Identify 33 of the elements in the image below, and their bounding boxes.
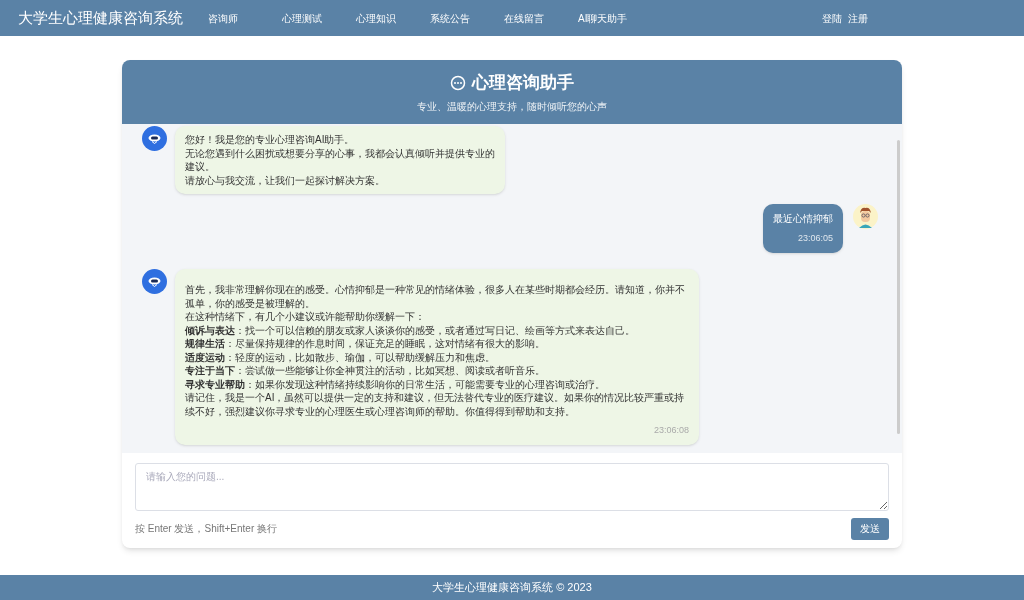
nav-link[interactable]: 系统公告 bbox=[430, 10, 504, 26]
input-hint: 按 Enter 发送，Shift+Enter 换行 bbox=[135, 522, 277, 536]
chat-bubble-icon bbox=[450, 75, 466, 91]
message-text: 请记住，我是一个AI，虽然可以提供一定的支持和建议，但无法替代专业的医疗建议。如果你的情况比较严重或持续不好，强烈建议你寻求专业的心理医生或心理咨询师的帮助。你值得得到帮助和支持。 bbox=[185, 391, 686, 418]
chat-title: 心理咨询助手 bbox=[472, 72, 574, 95]
nav-link[interactable]: 心理知识 bbox=[356, 10, 430, 26]
message-text: 您好！我是您的专业心理咨询AI助手。 bbox=[185, 133, 356, 147]
site-brand[interactable]: 大学生心理健康咨询系统 bbox=[18, 6, 208, 30]
message-text: 最近心情抑郁 bbox=[773, 212, 833, 226]
message-text: 无论您遇到什么困扰或想要分享的心事，我都会认真倾听并提供专业的建议。 bbox=[185, 146, 495, 174]
nav-link[interactable]: 咨询师 bbox=[208, 10, 282, 26]
message-text: 首先，我非常理解你现在的感受。心情抑郁是一种常见的情绪体验，很多人在某些时期都会经历。请知道，你并不孤单，你的感受是被理解的。 bbox=[185, 283, 686, 310]
nav-link[interactable]: 心理测试 bbox=[282, 10, 356, 26]
auth-link[interactable]: 登陆 bbox=[822, 10, 842, 26]
nav-link[interactable]: 在线留言 bbox=[504, 10, 578, 26]
message-text: 在这种情绪下，有几个小建议或许能帮助你缓解一下： bbox=[185, 310, 426, 324]
message-text: 请放心与我交流，让我们一起探讨解决方案。 bbox=[185, 173, 386, 187]
message-text: 适度运动：轻度的运动，比如散步、瑜伽，可以帮助缓解压力和焦虑。 bbox=[185, 350, 496, 364]
message-text: 专注于当下：尝试做一些能够让你全神贯注的活动，比如冥想、阅读或者听音乐。 bbox=[185, 364, 546, 378]
chat-subtitle: 专业、温暖的心理支持，随时倾听您的心声 bbox=[417, 99, 607, 114]
robot-avatar bbox=[142, 269, 167, 294]
message-time: 23:06:05 bbox=[796, 231, 833, 245]
user-avatar bbox=[853, 204, 878, 229]
message-text: 规律生活：尽量保持规律的作息时间，保证充足的睡眠，这对情绪有很大的影响。 bbox=[185, 337, 546, 351]
message-text: 寻求专业帮助：如果你发现这种情绪持续影响你的日常生活，可能需要专业的心理咨询或治疗。 bbox=[185, 377, 606, 391]
message-input[interactable]: 请输入您的问题... bbox=[135, 462, 889, 511]
message-time: 23:06:08 bbox=[652, 424, 689, 437]
auth-link[interactable]: 注册 bbox=[848, 10, 868, 26]
send-button[interactable]: 发送 bbox=[851, 517, 889, 540]
message-text: 倾诉与表达：找一个可以信赖的朋友或家人谈谈你的感受，或者通过写日记、绘画等方式来表达自己。 bbox=[185, 323, 636, 337]
scrollbar[interactable] bbox=[897, 140, 900, 434]
footer-text: 大学生心理健康咨询系统 © 2023 bbox=[432, 580, 592, 595]
nav-link[interactable]: AI聊天助手 bbox=[578, 10, 652, 26]
